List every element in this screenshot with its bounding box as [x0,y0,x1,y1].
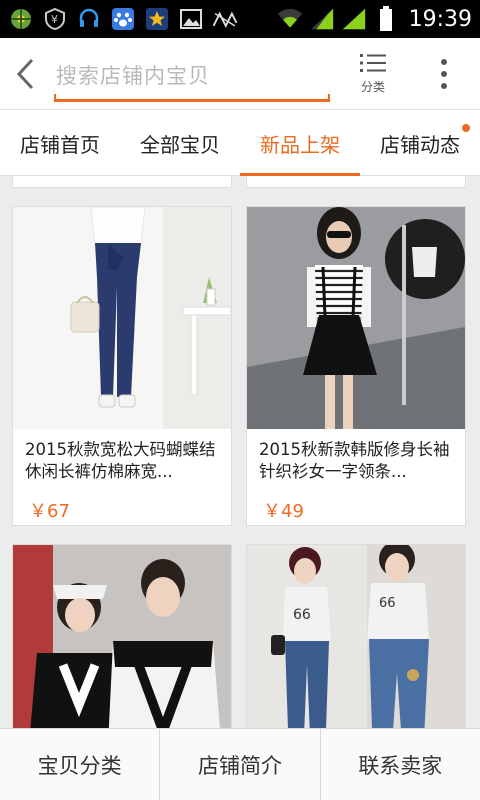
notification-dot [462,124,470,132]
product-card[interactable] [12,544,232,728]
tab-new-arrivals[interactable]: 新品上架 [240,110,360,176]
category-label: 分类 [360,80,385,94]
svg-text:66: 66 [379,596,396,611]
bottom-bar: 宝贝分类 店铺简介 联系卖家 [0,728,480,800]
shield-icon: ¥ [42,6,68,32]
tab-all-items[interactable]: 全部宝贝 [120,110,240,176]
product-image [13,545,231,728]
battery-icon [373,6,399,32]
more-dot [441,83,447,89]
tab-store-updates[interactable]: 店铺动态 [360,110,480,176]
svg-text:66: 66 [293,607,311,623]
more-dot [441,59,447,65]
product-title: 2015秋款宽松大码蝴蝶结休闲长裤仿棉麻宽... [25,440,216,481]
chevron-left-icon [16,58,34,90]
category-button[interactable]: 分类 [352,52,394,102]
search-placeholder: 搜索店铺内宝贝 [56,64,210,88]
product-image [247,207,465,429]
product-price: ￥67 [29,501,70,522]
image-icon [178,6,204,32]
item-categories-button[interactable]: 宝贝分类 [0,729,161,800]
star-app-icon [144,6,170,32]
product-card[interactable]: 2015秋款宽松大码蝴蝶结休闲长裤仿棉麻宽... ￥67 [12,206,232,526]
cell-signal-icon [341,6,367,32]
product-image [13,207,231,429]
search-field[interactable]: 搜索店铺内宝贝 [54,52,330,102]
product-card[interactable]: 66 66 [246,544,466,728]
partial-product-card[interactable] [12,176,232,188]
status-time: 19:39 [408,6,472,32]
cell-signal-icon [309,6,335,32]
product-price: ￥49 [263,501,304,522]
paw-app-icon [110,6,136,32]
headset-icon [76,6,102,32]
status-bar: ¥ 19:39 [0,0,480,38]
contact-seller-button[interactable]: 联系卖家 [321,729,480,800]
product-image: 66 66 [247,545,465,728]
product-card[interactable]: 2015秋新款韩版修身长袖针织衫女一字领条... ￥49 [246,206,466,526]
wifi-icon [277,6,303,32]
partial-product-card[interactable] [246,176,466,188]
tab-bar: 店铺首页 全部宝贝 新品上架 店铺动态 [0,110,480,176]
svg-text:¥: ¥ [51,13,58,26]
back-button[interactable] [10,56,40,92]
signal-off-icon [212,6,238,32]
wheel-app-icon [8,6,34,32]
product-title: 2015秋新款韩版修身长袖针织衫女一字领条... [259,440,450,481]
list-icon [360,54,386,72]
product-grid: 2015秋款宽松大码蝴蝶结休闲长裤仿棉麻宽... ￥67 2015秋新款韩版修身… [0,176,480,728]
tab-store-home[interactable]: 店铺首页 [0,110,120,176]
more-menu-button[interactable] [430,56,458,92]
top-bar: 搜索店铺内宝贝 分类 [0,38,480,110]
search-underline [54,94,330,102]
store-intro-button[interactable]: 店铺简介 [160,729,321,800]
more-dot [441,71,447,77]
